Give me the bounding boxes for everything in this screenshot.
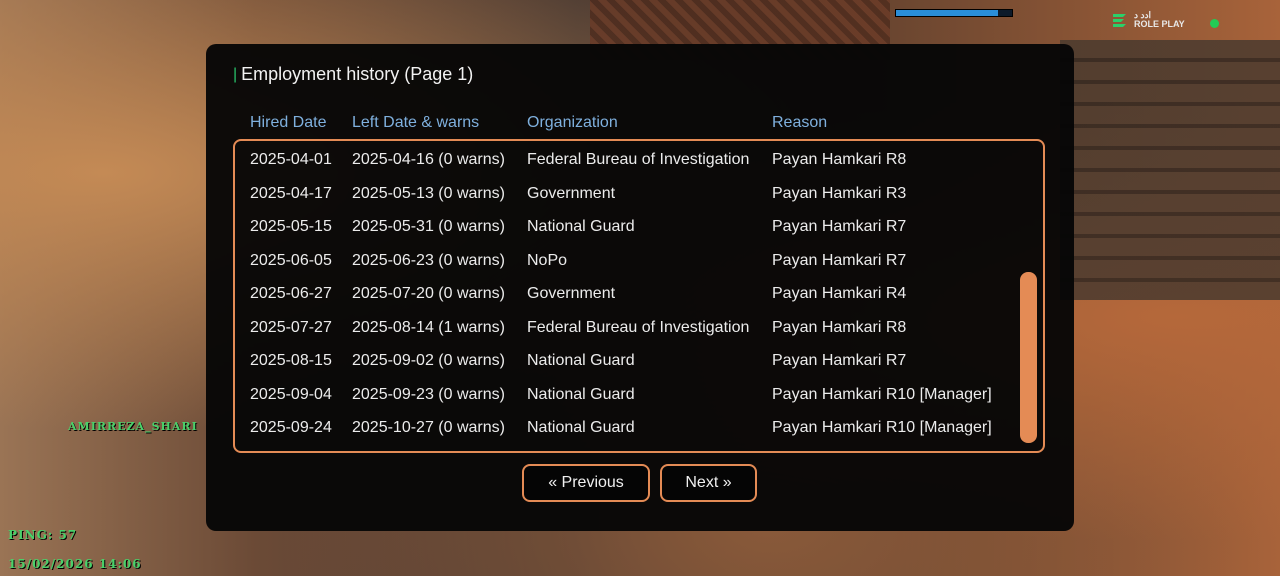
table-row[interactable]: 2025-08-15 2025-09-02 (0 warns) National G… [235, 344, 1015, 377]
cell-reason: Payan Hamkari R10 [Manager] [772, 419, 992, 436]
table-row[interactable]: 2025-06-27 2025-07-20 (0 warns) Government… [235, 277, 1015, 310]
cell-hired-date: 2025-04-01 [250, 151, 332, 168]
cell-organization: Government [527, 285, 616, 302]
table-row[interactable]: 2025-09-04 2025-09-23 (0 warns) National G… [235, 378, 1015, 411]
cell-organization: Federal Bureau of Investigation [527, 318, 750, 336]
column-header-hired-date: Hired Date [250, 114, 327, 131]
cell-reason: Payan Hamkari R8 [772, 151, 907, 168]
cell-left-date: 2025-07-20 (0 warns) [352, 285, 505, 302]
cell-reason: Payan Hamkari R7 [772, 251, 907, 269]
cell-hired-date: 2025-09-04 [250, 385, 332, 403]
cell-organization: NoPo [527, 251, 568, 269]
online-status-icon [1210, 19, 1219, 28]
cell-reason: Payan Hamkari R10 [Manager] [772, 385, 992, 403]
table-row[interactable]: 2025-05-15 2025-05-31 (0 warns) National G… [235, 210, 1015, 243]
cell-reason: Payan Hamkari R4 [772, 285, 907, 302]
cell-organization: Government [527, 184, 616, 202]
previous-page-button[interactable]: « Previous [522, 464, 650, 502]
scrollbar-thumb[interactable] [1020, 272, 1037, 443]
table-row[interactable]: 2025-06-05 2025-06-23 (0 warns) NoPo Payan … [235, 244, 1015, 277]
cell-reason: Payan Hamkari R7 [772, 218, 907, 235]
dialog-title: | Employment history (Page 1) [233, 64, 473, 85]
cell-hired-date: 2025-06-05 [250, 251, 332, 269]
table-header: Hired Date Left Date & warns Organizatio… [206, 114, 1074, 134]
player-name-tag: AMIRREZA_SHARI [68, 420, 198, 433]
table-row[interactable]: 2025-04-01 2025-04-16 (0 warns) Federal Bu… [235, 143, 1015, 176]
cell-left-date: 2025-09-02 (0 warns) [352, 352, 505, 369]
cell-organization: National Guard [527, 218, 635, 235]
cell-hired-date: 2025-08-15 [250, 352, 332, 369]
ping-readout: PING: 57 [8, 528, 78, 542]
cell-organization: National Guard [527, 385, 635, 403]
table-row[interactable]: 2025-04-17 2025-05-13 (0 warns) Government… [235, 177, 1015, 210]
health-bar-fill [896, 10, 999, 16]
table-row[interactable]: 2025-07-27 2025-08-14 (1 warns) Federal Bu… [235, 311, 1015, 344]
background-stairs [1060, 40, 1280, 300]
cell-hired-date: 2025-04-17 [250, 184, 332, 202]
server-logo: ادد د ROLE PLAY [1110, 10, 1185, 30]
column-header-left-date: Left Date & warns [352, 114, 480, 131]
title-marker-icon: | [233, 65, 238, 83]
cell-organization: National Guard [527, 419, 635, 436]
cell-left-date: 2025-08-14 (1 warns) [352, 318, 505, 336]
cell-organization: National Guard [527, 352, 635, 369]
cell-left-date: 2025-09-23 (0 warns) [352, 385, 505, 403]
cell-hired-date: 2025-06-27 [250, 285, 332, 302]
cell-left-date: 2025-10-27 (0 warns) [352, 419, 505, 436]
cell-organization: Federal Bureau of Investigation [527, 151, 750, 168]
cell-left-date: 2025-06-23 (0 warns) [352, 251, 505, 269]
cell-hired-date: 2025-05-15 [250, 218, 332, 235]
cell-left-date: 2025-05-13 (0 warns) [352, 184, 505, 202]
cell-reason: Payan Hamkari R7 [772, 352, 907, 369]
cell-left-date: 2025-04-16 (0 warns) [352, 151, 505, 168]
logo-icon [1113, 14, 1126, 27]
dialog-title-text: Employment history (Page 1) [241, 64, 474, 84]
next-page-button[interactable]: Next » [660, 464, 757, 502]
table-row[interactable]: 2025-09-24 2025-10-27 (0 warns) National G… [235, 411, 1015, 444]
column-header-organization: Organization [527, 114, 618, 131]
history-table[interactable]: 2025-04-01 2025-04-16 (0 warns) Federal Bu… [233, 139, 1045, 453]
health-bar [895, 9, 1013, 17]
cell-hired-date: 2025-07-27 [250, 318, 332, 336]
cell-left-date: 2025-05-31 (0 warns) [352, 218, 505, 235]
date-time-readout: 15/02/2026 14:06 [8, 557, 142, 571]
logo-line-2: ROLE PLAY [1134, 19, 1185, 29]
cell-reason: Payan Hamkari R3 [772, 184, 907, 202]
column-header-reason: Reason [772, 114, 828, 131]
employment-history-dialog: | Employment history (Page 1) Hired Date… [206, 44, 1074, 531]
cell-hired-date: 2025-09-24 [250, 419, 332, 436]
cell-reason: Payan Hamkari R8 [772, 318, 907, 336]
